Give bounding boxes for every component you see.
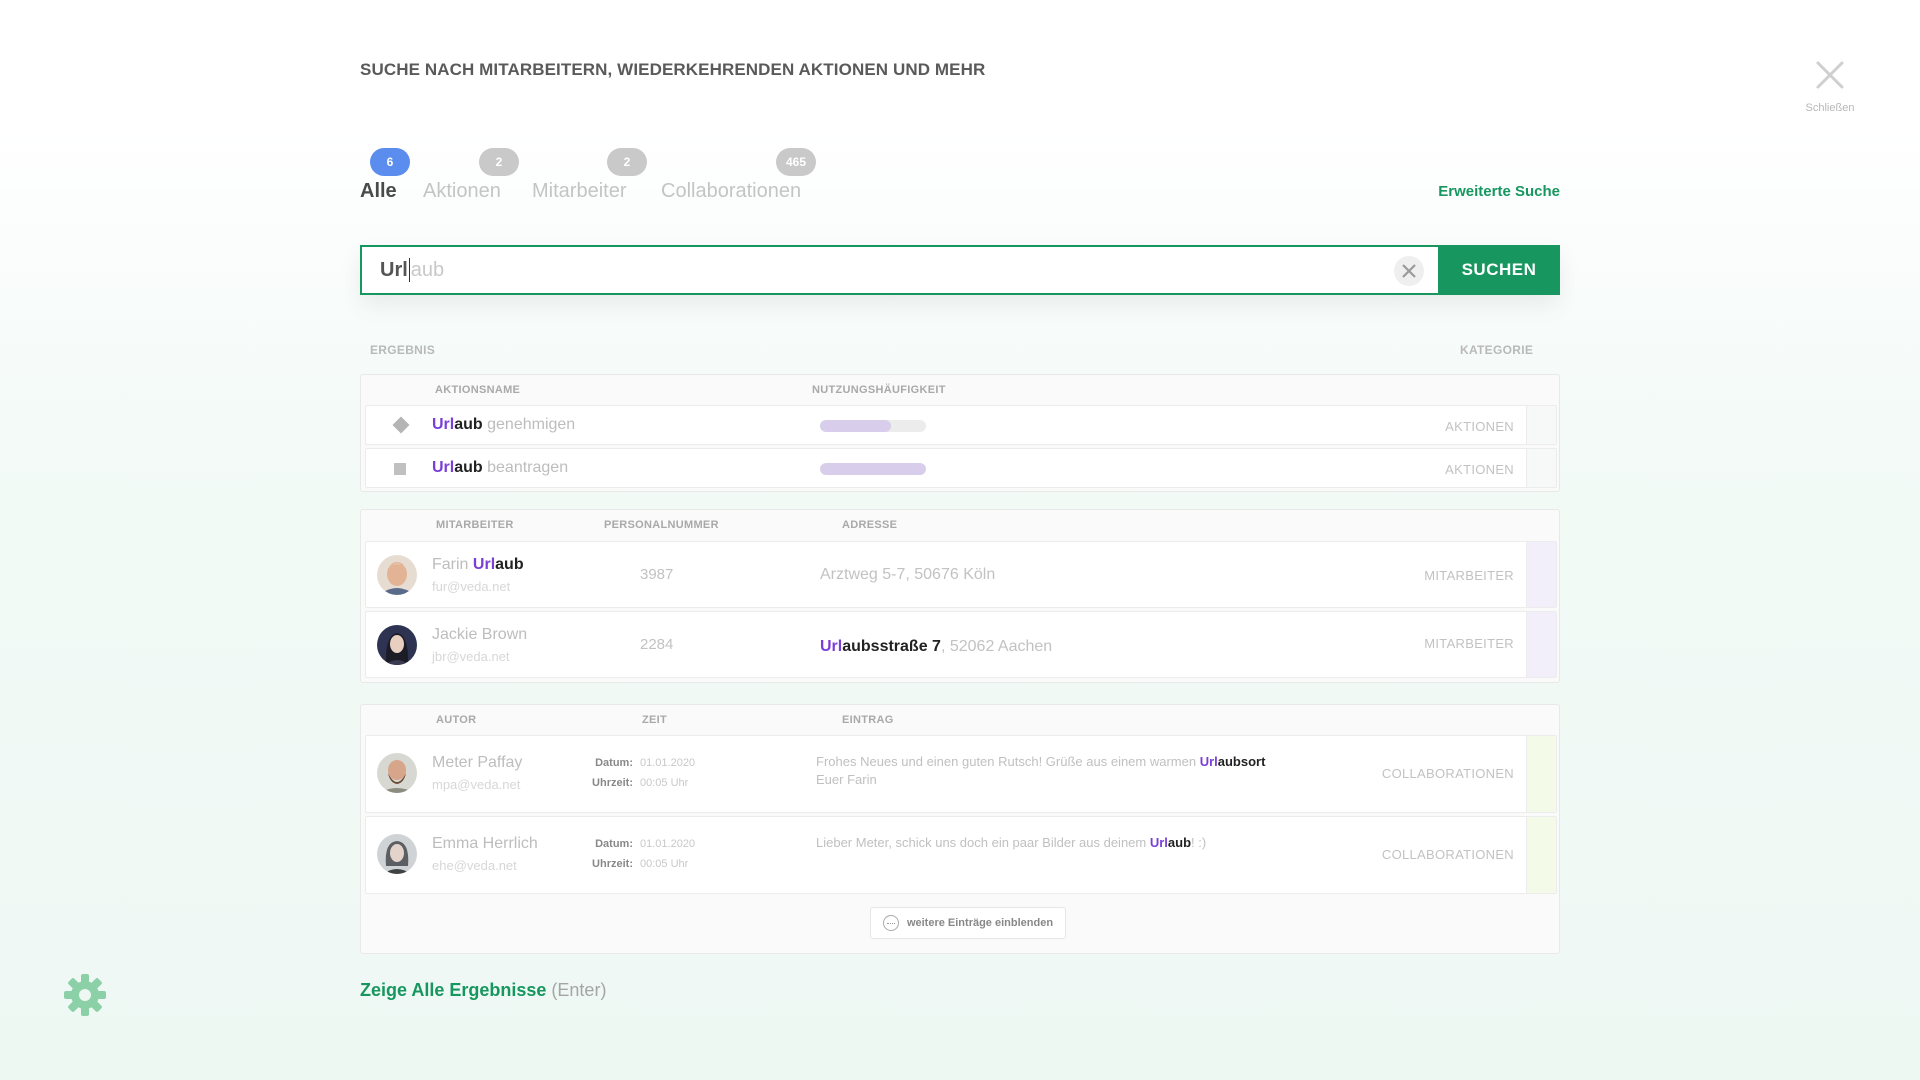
tab-aktionen[interactable]: 2 Aktionen: [423, 148, 519, 204]
category-stripe: [1526, 449, 1556, 487]
column-header-time: ZEIT: [642, 714, 668, 726]
personnel-number: 2284: [640, 636, 674, 653]
tab-label: Collaborationen: [661, 180, 802, 202]
employee-email: jbr@veda.net: [432, 649, 510, 664]
column-header-personnel-number: PERSONALNUMMER: [604, 519, 719, 531]
action-row[interactable]: Urlaub beantragen AKTIONEN: [365, 448, 1557, 488]
clear-icon: [1402, 264, 1416, 278]
tab-count-badge: 2: [479, 148, 519, 176]
diamond-icon: [392, 416, 410, 434]
tab-label: Alle: [360, 180, 397, 202]
show-all-results-link[interactable]: Zeige Alle Ergebnisse (Enter): [360, 980, 606, 1001]
author-email: ehe@veda.net: [432, 858, 517, 873]
employees-result-group: MITARBEITER PERSONALNUMMER ADRESSE Farin…: [360, 509, 1560, 683]
author-name: Meter Paffay: [432, 754, 523, 771]
show-more-entries-button[interactable]: weitere Einträge einblenden: [870, 907, 1066, 939]
search-autocomplete-text: aub: [410, 258, 445, 281]
tab-collaborationen[interactable]: 465 Collaborationen: [661, 148, 821, 204]
usage-bar: [820, 463, 926, 475]
close-icon: [1816, 61, 1844, 89]
category-label: COLLABORATIONEN: [1381, 847, 1514, 862]
category-label: MITARBEITER: [1424, 568, 1514, 583]
entry-time: 00:05 Uhr: [640, 777, 689, 789]
employee-row[interactable]: Jackie Brown jbr@veda.net 2284 Urlaubsst…: [365, 611, 1557, 678]
tab-count-badge: 465: [776, 148, 816, 176]
advanced-search-link[interactable]: Erweiterte Suche: [1438, 183, 1560, 200]
usage-bar: [820, 420, 926, 432]
employee-address: Urlaubsstraße 7, 52062 Aachen: [820, 638, 1053, 655]
usage-bar-fill: [820, 420, 892, 432]
show-more-label: weitere Einträge einblenden: [906, 917, 1054, 929]
category-column-header: KATEGORIE: [1460, 343, 1534, 357]
entry-text: Lieber Meter, schick uns doch ein paar B…: [816, 835, 1207, 850]
employee-name: Farin Urlaub: [432, 556, 524, 573]
action-name: Urlaub genehmigen: [432, 416, 576, 433]
employee-address: Arztweg 5-7, 50676 Köln: [820, 566, 996, 583]
column-header-employee: MITARBEITER: [436, 519, 514, 531]
filter-tabs: 6 Alle 2 Aktionen 2 Mitarbeiter 465 Coll…: [360, 148, 1560, 204]
result-column-header: ERGEBNIS: [370, 343, 436, 357]
column-header-author: AUTOR: [436, 714, 477, 726]
search-bar: Url aub SUCHEN: [360, 245, 1560, 295]
category-stripe: [1526, 542, 1556, 607]
employee-row[interactable]: Farin Urlaub fur@veda.net 3987 Arztweg 5…: [365, 541, 1557, 608]
category-stripe: [1526, 817, 1556, 893]
personnel-number: 3987: [640, 566, 674, 583]
tab-label: Aktionen: [423, 180, 501, 202]
date-label: Datum:: [595, 757, 633, 769]
author-name: Emma Herrlich: [432, 835, 538, 852]
category-stripe: [1526, 736, 1556, 812]
date-label: Datum:: [595, 838, 633, 850]
category-label: AKTIONEN: [1445, 419, 1514, 434]
collaboration-row[interactable]: Meter Paffay mpa@veda.net Datum: 01.01.2…: [365, 735, 1557, 813]
category-label: MITARBEITER: [1424, 636, 1514, 651]
entry-date: 01.01.2020: [640, 757, 696, 769]
collaboration-row[interactable]: Emma Herrlich ehe@veda.net Datum: 01.01.…: [365, 816, 1557, 894]
entry-date: 01.01.2020: [640, 838, 696, 850]
avatar: [377, 834, 417, 874]
author-email: mpa@veda.net: [432, 777, 521, 792]
more-icon: [882, 915, 899, 931]
tab-label: Mitarbeiter: [532, 180, 627, 202]
search-input[interactable]: Url aub: [360, 245, 1438, 295]
gear-icon[interactable]: [62, 972, 108, 1018]
category-stripe: [1526, 612, 1556, 677]
page-title: SUCHE NACH MITARBEITERN, WIEDERKEHRENDEN…: [360, 60, 986, 79]
column-header-action-name: AKTIONSNAME: [435, 384, 521, 396]
category-label: AKTIONEN: [1445, 462, 1514, 477]
avatar: [377, 625, 417, 665]
action-name: Urlaub beantragen: [432, 459, 569, 476]
show-all-shortcut-hint: (Enter): [551, 980, 607, 1000]
entry-text: Frohes Neues und einen guten Rutsch! Grü…: [816, 754, 1266, 787]
collaborations-result-group: AUTOR ZEIT EINTRAG Meter Paffay mpa@veda…: [360, 704, 1560, 954]
tab-mitarbeiter[interactable]: 2 Mitarbeiter: [532, 148, 647, 204]
text-caret: [408, 258, 410, 282]
avatar: [377, 555, 417, 595]
tab-alle[interactable]: 6 Alle: [360, 148, 420, 204]
usage-bar-fill: [820, 463, 926, 475]
employee-email: fur@veda.net: [432, 579, 511, 594]
search-typed-text: Url: [380, 258, 408, 281]
column-header-usage: NUTZUNGSHÄUFIGKEIT: [812, 384, 946, 396]
square-icon: [394, 463, 406, 475]
time-label: Uhrzeit:: [592, 858, 633, 870]
category-label: COLLABORATIONEN: [1381, 766, 1514, 781]
clear-search-button[interactable]: [1394, 256, 1424, 286]
employee-name: Jackie Brown: [432, 626, 528, 643]
category-stripe: [1526, 406, 1556, 444]
close-button[interactable]: Schließen: [1800, 58, 1860, 114]
show-all-label: Zeige Alle Ergebnisse: [360, 980, 547, 1000]
actions-result-group: AKTIONSNAME NUTZUNGSHÄUFIGKEIT Urlaub ge…: [360, 374, 1560, 492]
entry-time: 00:05 Uhr: [640, 858, 689, 870]
tab-count-badge: 6: [370, 148, 410, 176]
column-header-entry: EINTRAG: [842, 714, 894, 726]
time-label: Uhrzeit:: [592, 777, 633, 789]
tab-count-badge: 2: [607, 148, 647, 176]
search-button[interactable]: SUCHEN: [1438, 245, 1560, 295]
column-header-address: ADRESSE: [842, 519, 898, 531]
avatar: [377, 753, 417, 793]
close-label: Schließen: [1805, 102, 1855, 114]
action-row[interactable]: Urlaub genehmigen AKTIONEN: [365, 405, 1557, 445]
